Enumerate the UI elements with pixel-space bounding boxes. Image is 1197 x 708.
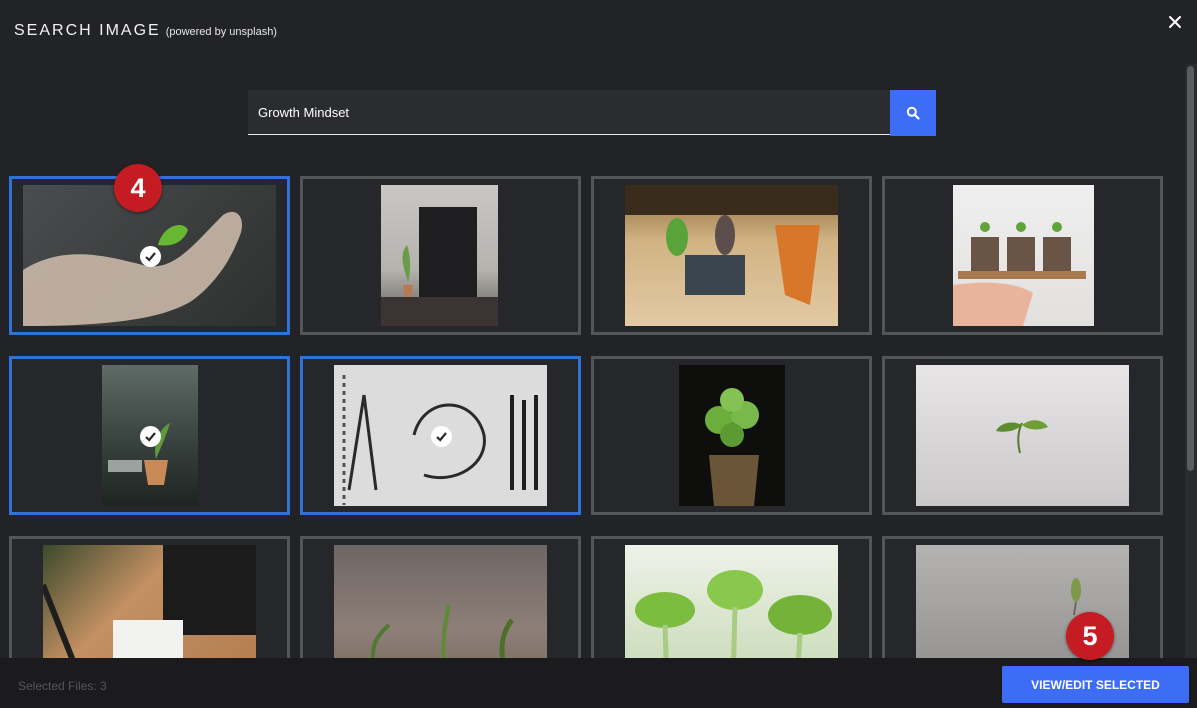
selected-check-icon: [430, 425, 452, 447]
image-card[interactable]: [9, 356, 290, 515]
close-icon: [1169, 16, 1181, 28]
scrollbar-thumb[interactable]: [1187, 66, 1194, 471]
search-button[interactable]: [890, 90, 936, 136]
scrollbar[interactable]: [1185, 64, 1197, 658]
image-card[interactable]: [300, 536, 581, 658]
image-card[interactable]: [882, 356, 1163, 515]
image-card[interactable]: [300, 176, 581, 335]
image-thumbnail: [334, 545, 547, 658]
dialog-footer: Selected Files: 3 VIEW/EDIT SELECTED: [0, 658, 1197, 708]
image-thumbnail: [916, 365, 1129, 506]
selected-files-count: Selected Files: 3: [18, 679, 107, 693]
image-thumbnail: [102, 365, 198, 506]
search-icon: [906, 106, 920, 120]
close-button[interactable]: [1165, 12, 1185, 32]
image-results-grid: [9, 176, 1165, 658]
image-thumbnail: [43, 545, 256, 658]
image-card[interactable]: [591, 176, 872, 335]
step-marker-4: 4: [114, 164, 162, 212]
image-card[interactable]: [9, 536, 290, 658]
image-card[interactable]: [300, 356, 581, 515]
image-thumbnail: [625, 545, 838, 658]
selected-check-icon: [139, 245, 161, 267]
dialog-subtitle: (powered by unsplash): [165, 26, 277, 38]
selected-check-icon: [140, 425, 161, 447]
view-edit-selected-button[interactable]: VIEW/EDIT SELECTED: [1002, 666, 1189, 703]
image-card[interactable]: [882, 536, 1163, 658]
image-thumbnail: [953, 185, 1094, 326]
image-thumbnail: [381, 185, 498, 326]
image-card[interactable]: [591, 536, 872, 658]
image-thumbnail: [334, 365, 547, 506]
image-card[interactable]: [591, 356, 872, 515]
image-thumbnail: [679, 365, 785, 506]
dialog-title-text: SEARCH IMAGE: [14, 22, 161, 39]
image-thumbnail: [625, 185, 838, 326]
dialog-header: SEARCH IMAGE (powered by unsplash): [0, 0, 1197, 64]
step-marker-5: 5: [1066, 612, 1114, 660]
image-card[interactable]: [882, 176, 1163, 335]
dialog-title: SEARCH IMAGE (powered by unsplash): [14, 22, 277, 40]
search-field: [248, 90, 890, 135]
search-input[interactable]: [248, 90, 890, 134]
